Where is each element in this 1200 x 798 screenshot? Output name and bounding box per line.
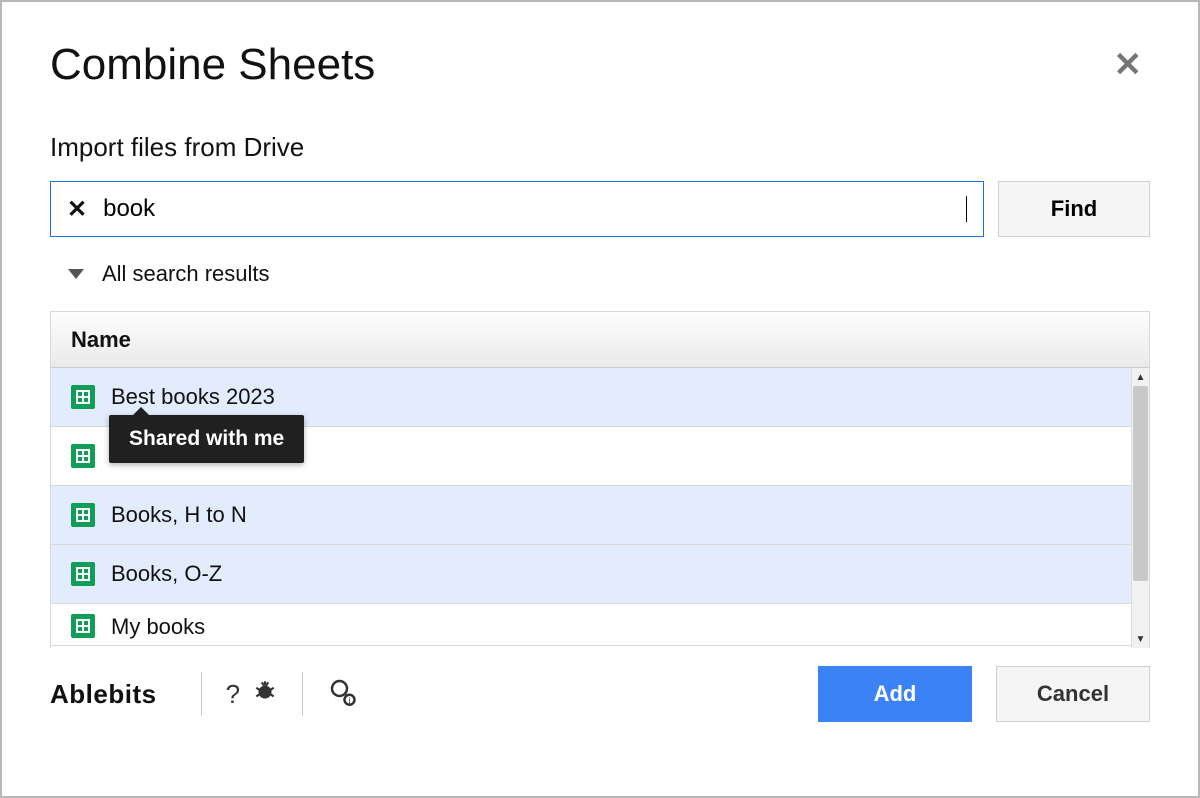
scroll-up-icon[interactable]: ▲	[1132, 368, 1149, 386]
search-input[interactable]	[103, 195, 968, 223]
footer-left: Ablebits ?	[50, 672, 363, 716]
shared-with-me-tooltip: Shared with me	[109, 415, 304, 463]
bug-icon[interactable]	[246, 678, 284, 711]
combine-sheets-dialog: Combine Sheets ✕ Import files from Drive…	[0, 0, 1200, 798]
svg-text:i: i	[349, 695, 351, 705]
search-person-icon[interactable]: i	[321, 676, 363, 713]
results-body: Best books 2023 Books, H to N Books, O-Z…	[51, 368, 1149, 648]
find-button[interactable]: Find	[998, 181, 1150, 237]
table-row[interactable]: My books	[51, 604, 1149, 646]
spreadsheet-icon	[71, 614, 95, 638]
search-box[interactable]: ✕	[50, 181, 984, 237]
spreadsheet-icon	[71, 444, 95, 468]
dialog-title: Combine Sheets	[50, 40, 375, 90]
add-button[interactable]: Add	[818, 666, 972, 722]
filter-label: All search results	[102, 261, 270, 287]
clear-search-icon[interactable]: ✕	[67, 195, 87, 224]
spreadsheet-icon	[71, 562, 95, 586]
brand-logo: Ablebits	[50, 679, 183, 710]
close-icon[interactable]: ✕	[1106, 44, 1151, 86]
scroll-down-icon[interactable]: ▼	[1132, 630, 1149, 648]
divider	[201, 672, 202, 716]
search-row: ✕ Find	[50, 181, 1150, 237]
file-name: Books, H to N	[111, 502, 247, 528]
help-icon[interactable]: ?	[220, 679, 246, 710]
import-subtitle: Import files from Drive	[50, 132, 1150, 163]
results-table: Name Best books 2023 Books, H to N Books…	[50, 311, 1150, 648]
footer: Ablebits ?	[50, 666, 1150, 722]
file-name: Books, O-Z	[111, 561, 222, 587]
divider	[302, 672, 303, 716]
chevron-down-icon[interactable]	[68, 269, 84, 279]
scroll-thumb[interactable]	[1133, 386, 1148, 581]
column-header-name[interactable]: Name	[51, 312, 1149, 368]
table-row[interactable]: Books, O-Z	[51, 545, 1149, 604]
spreadsheet-icon	[71, 503, 95, 527]
table-row[interactable]: Books, H to N	[51, 486, 1149, 545]
scroll-track[interactable]	[1132, 386, 1149, 630]
footer-actions: Add Cancel	[818, 666, 1150, 722]
file-name: My books	[111, 614, 205, 640]
filter-row[interactable]: All search results	[50, 261, 1150, 287]
scrollbar[interactable]: ▲ ▼	[1131, 368, 1149, 648]
text-caret	[966, 196, 967, 222]
titlebar: Combine Sheets ✕	[50, 40, 1150, 90]
cancel-button[interactable]: Cancel	[996, 666, 1150, 722]
spreadsheet-icon	[71, 385, 95, 409]
